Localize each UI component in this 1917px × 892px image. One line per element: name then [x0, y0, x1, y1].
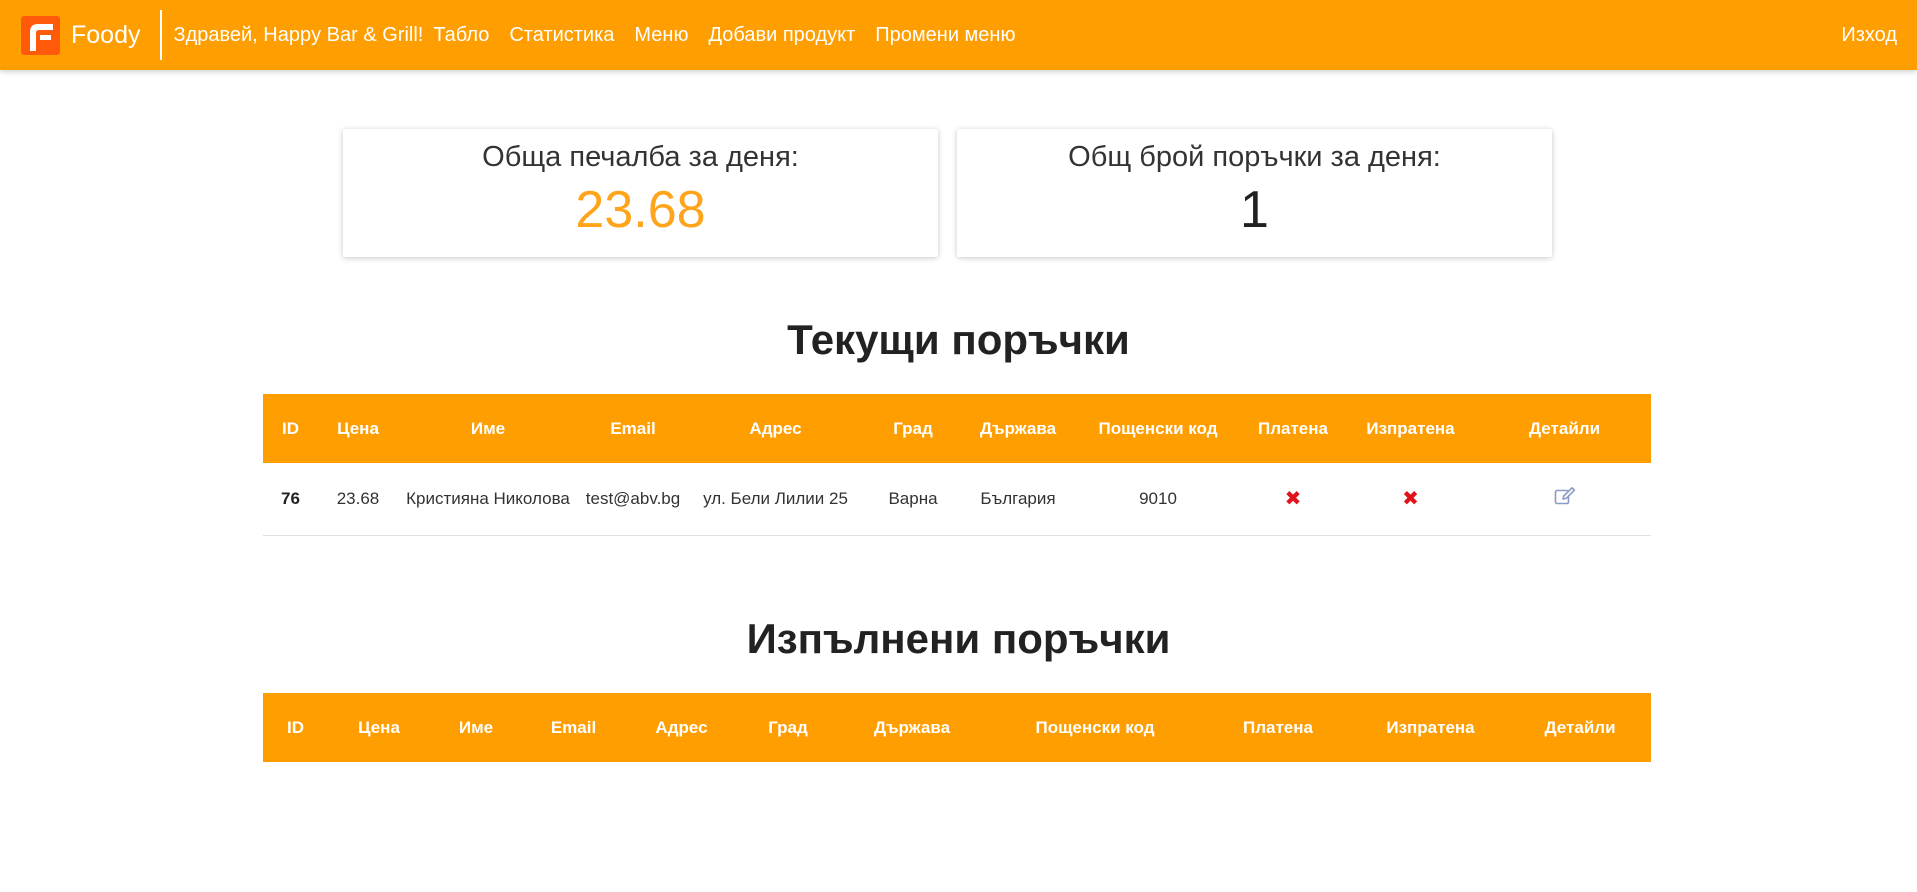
- col-header-city[interactable]: Град: [863, 394, 963, 463]
- logout-link[interactable]: Изход: [1841, 24, 1897, 47]
- order-postal: 9010: [1073, 463, 1243, 536]
- completed-orders-table: ID Цена Име Email Адрес Град Държава Пощ…: [263, 693, 1651, 762]
- order-id: 76: [263, 463, 318, 536]
- order-country: България: [963, 463, 1073, 536]
- order-paid-cell: ✖: [1243, 463, 1343, 536]
- greeting-text: Здравей, Happy Bar & Grill!: [173, 23, 424, 46]
- order-city: Варна: [863, 463, 963, 536]
- daily-orders-card: Общ брой поръчки за деня: 1: [957, 129, 1552, 257]
- col-header-name[interactable]: Име: [398, 394, 578, 463]
- col-header-shipped[interactable]: Изпратена: [1352, 693, 1509, 762]
- order-price: 23.68: [318, 463, 398, 536]
- nav-link-edit-menu[interactable]: Промени меню: [875, 24, 1015, 47]
- col-header-details[interactable]: Детайли: [1509, 693, 1651, 762]
- nav-link-add-product[interactable]: Добави продукт: [708, 24, 855, 47]
- nav-link-dashboard[interactable]: Табло: [433, 24, 489, 47]
- col-header-country[interactable]: Държава: [963, 394, 1073, 463]
- order-shipped-cell: ✖: [1343, 463, 1478, 536]
- daily-profit-label: Обща печалба за деня:: [482, 141, 799, 173]
- col-header-details[interactable]: Детайли: [1478, 394, 1651, 463]
- x-icon[interactable]: ✖: [1402, 486, 1419, 511]
- col-header-id[interactable]: ID: [263, 394, 318, 463]
- daily-orders-value: 1: [1240, 181, 1269, 239]
- col-header-address[interactable]: Адрес: [688, 394, 863, 463]
- order-name: Кристияна Николова: [398, 463, 578, 536]
- col-header-country[interactable]: Държава: [838, 693, 986, 762]
- col-header-postal[interactable]: Пощенски код: [986, 693, 1204, 762]
- order-email: test@abv.bg: [578, 463, 688, 536]
- order-address: ул. Бели Лилии 25: [688, 463, 863, 536]
- col-header-name[interactable]: Име: [430, 693, 522, 762]
- col-header-address[interactable]: Адрес: [625, 693, 738, 762]
- daily-profit-card: Обща печалба за деня: 23.68: [343, 129, 938, 257]
- col-header-postal[interactable]: Пощенски код: [1073, 394, 1243, 463]
- nav-link-menu[interactable]: Меню: [634, 24, 688, 47]
- brand-link[interactable]: Foody: [21, 0, 140, 70]
- daily-profit-value: 23.68: [575, 181, 706, 239]
- col-header-price[interactable]: Цена: [328, 693, 430, 762]
- completed-orders-header-row: ID Цена Име Email Адрес Град Държава Пощ…: [263, 693, 1651, 762]
- col-header-paid[interactable]: Платена: [1243, 394, 1343, 463]
- nav-divider: [160, 10, 163, 60]
- order-details-cell: [1478, 463, 1651, 536]
- daily-orders-label: Общ брой поръчки за деня:: [1068, 141, 1441, 173]
- foody-logo-icon: [21, 15, 60, 55]
- col-header-id[interactable]: ID: [263, 693, 328, 762]
- brand-name: Foody: [71, 20, 141, 49]
- col-header-city[interactable]: Град: [738, 693, 838, 762]
- edit-icon[interactable]: [1554, 486, 1576, 511]
- col-header-email[interactable]: Email: [522, 693, 625, 762]
- col-header-email[interactable]: Email: [578, 394, 688, 463]
- nav-link-statistics[interactable]: Статистика: [509, 24, 614, 47]
- current-orders-table: ID Цена Име Email Адрес Град Държава Пощ…: [263, 394, 1651, 536]
- top-navbar: Foody Здравей, Happy Bar & Grill! Табло …: [0, 0, 1917, 70]
- current-orders-title: Текущи поръчки: [787, 316, 1130, 363]
- x-icon[interactable]: ✖: [1285, 486, 1302, 511]
- current-orders-header-row: ID Цена Име Email Адрес Град Държава Пощ…: [263, 394, 1651, 463]
- col-header-shipped[interactable]: Изпратена: [1343, 394, 1478, 463]
- completed-orders-title: Изпълнени поръчки: [746, 615, 1171, 662]
- table-row: 76 23.68 Кристияна Николова test@abv.bg …: [263, 463, 1651, 536]
- col-header-price[interactable]: Цена: [318, 394, 398, 463]
- col-header-paid[interactable]: Платена: [1204, 693, 1352, 762]
